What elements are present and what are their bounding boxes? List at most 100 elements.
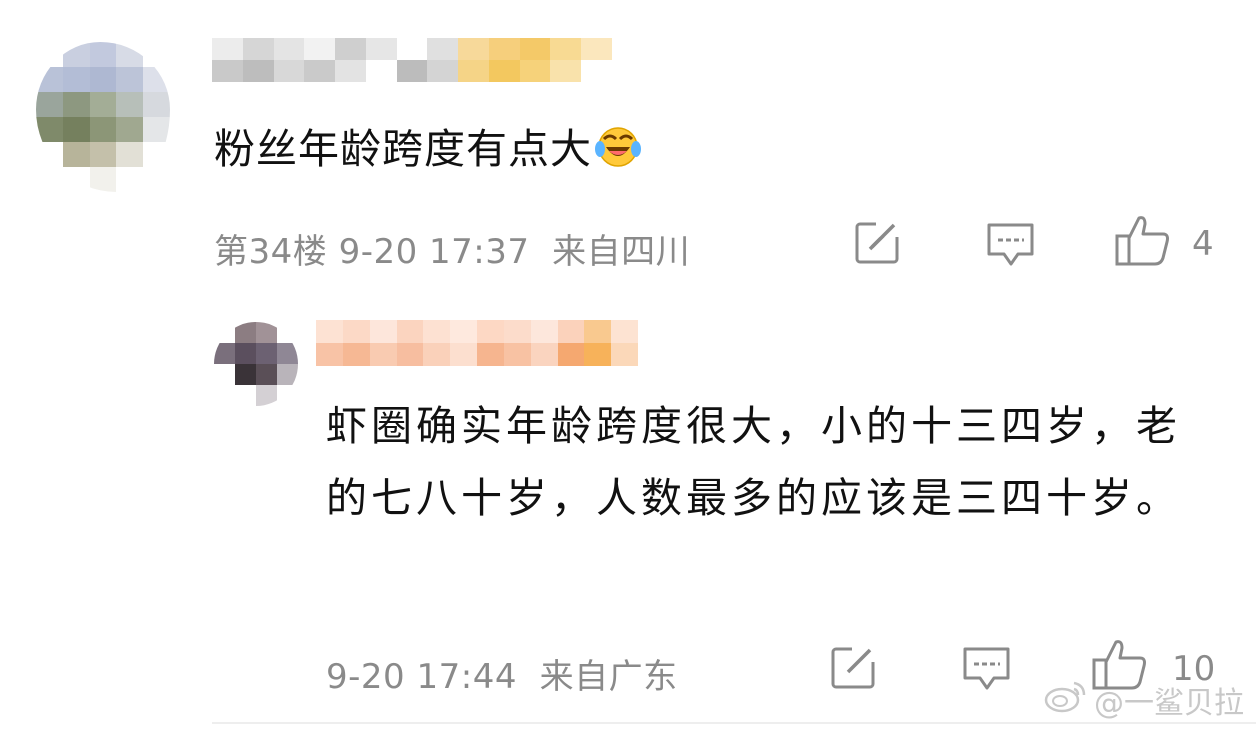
mosaic-cell [214, 343, 235, 364]
reply-avatar[interactable] [214, 322, 298, 406]
mosaic-cell [143, 142, 170, 167]
share-edit-icon[interactable] [854, 221, 902, 265]
mosaic-cell [450, 343, 477, 366]
mosaic-cell [530, 320, 558, 343]
mosaic-cell [36, 117, 63, 142]
mosaic-cell [212, 60, 243, 82]
mosaic-cell [611, 320, 638, 343]
reply-time: 9-20 17:44 [326, 657, 517, 697]
mosaic-cell [36, 142, 63, 167]
mosaic-cell [488, 38, 520, 60]
mosaic-cell [477, 320, 504, 343]
mosaic-cell [116, 42, 144, 67]
mosaic-cell [214, 322, 235, 343]
divider [212, 722, 1256, 724]
mosaic-cell [550, 38, 582, 60]
mosaic-cell [36, 92, 63, 117]
mosaic-cell [581, 38, 612, 60]
mosaic-cell [143, 67, 170, 92]
mosaic-cell [427, 60, 459, 82]
mosaic-cell [116, 67, 144, 92]
mosaic-cell [214, 364, 235, 385]
comment-text-body: 粉丝年龄跨度有点大 [214, 125, 592, 173]
reply-text: 虾圈确实年龄跨度很大，小的十三四岁，老的七八十岁，人数最多的应该是三四十岁。 [326, 402, 1181, 522]
mosaic-cell [304, 38, 336, 60]
reply-meta: 9-20 17:44 来自广东 [326, 649, 678, 698]
mosaic-cell [611, 343, 638, 366]
mosaic-cell [235, 364, 256, 385]
mosaic-cell [304, 60, 336, 82]
mosaic-cell [143, 117, 170, 142]
mosaic-cell [477, 343, 504, 366]
mosaic-cell [519, 38, 551, 60]
mosaic-cell [557, 320, 585, 343]
mosaic-cell [214, 385, 235, 406]
comment-bubble-icon[interactable] [986, 222, 1036, 268]
mosaic-cell [557, 343, 585, 366]
comment-like-count: 4 [1192, 224, 1214, 264]
comment-text: 粉丝年龄跨度有点大 [214, 125, 642, 171]
mosaic-cell [316, 343, 343, 366]
reply-username-blurred[interactable] [316, 320, 638, 366]
mosaic-cell [256, 364, 277, 385]
mosaic-cell [62, 67, 90, 92]
share-edit-icon[interactable] [830, 646, 878, 690]
mosaic-cell [396, 60, 428, 82]
mosaic-cell [89, 117, 117, 142]
mosaic-cell [116, 117, 144, 142]
mosaic-cell [273, 60, 305, 82]
username-blurred[interactable] [212, 38, 612, 82]
comment-bubble-icon[interactable] [962, 646, 1012, 692]
mosaic-cell [242, 38, 274, 60]
mosaic-cell [530, 343, 558, 366]
mosaic-cell [277, 385, 298, 406]
mosaic-cell [423, 320, 451, 343]
mosaic-cell [277, 364, 298, 385]
mosaic-cell [396, 320, 424, 343]
mosaic-cell [396, 38, 428, 60]
mosaic-cell [143, 42, 170, 67]
mosaic-cell [316, 320, 343, 343]
mosaic-cell [62, 92, 90, 117]
mosaic-cell [242, 60, 274, 82]
thumbs-up-icon[interactable] [1115, 214, 1171, 266]
avatar[interactable] [36, 42, 170, 192]
mosaic-cell [89, 67, 117, 92]
mosaic-cell [235, 385, 256, 406]
mosaic-cell [256, 322, 277, 343]
comment-meta: 第34楼 9-20 17:37 来自四川 [214, 224, 690, 273]
mosaic-cell [62, 117, 90, 142]
mosaic-cell [212, 38, 243, 60]
mosaic-cell [89, 142, 117, 167]
laughing-crying-emoji-icon [594, 125, 642, 169]
mosaic-cell [89, 42, 117, 67]
mosaic-cell [89, 167, 117, 192]
reply-location: 来自广东 [539, 657, 678, 697]
mosaic-cell [581, 60, 612, 82]
mosaic-cell [256, 385, 277, 406]
mosaic-cell [116, 142, 144, 167]
mosaic-cell [369, 320, 397, 343]
mosaic-cell [335, 38, 366, 60]
mosaic-cell [143, 167, 170, 192]
mosaic-cell [335, 60, 366, 82]
mosaic-cell [62, 42, 90, 67]
mosaic-cell [36, 42, 63, 67]
mosaic-cell [256, 343, 277, 364]
mosaic-cell [62, 167, 90, 192]
mosaic-cell [277, 343, 298, 364]
mosaic-cell [89, 92, 117, 117]
mosaic-cell [116, 92, 144, 117]
mosaic-cell [235, 322, 256, 343]
mosaic-cell [369, 343, 397, 366]
mosaic-cell [503, 320, 531, 343]
mosaic-cell [62, 142, 90, 167]
watermark-text: @一鲨贝拉 [1094, 686, 1244, 721]
watermark: @一鲨贝拉 [1044, 678, 1244, 722]
comment-location: 来自四川 [552, 232, 691, 272]
mosaic-cell [365, 38, 397, 60]
mosaic-cell [488, 60, 520, 82]
mosaic-cell [584, 320, 612, 343]
mosaic-cell [458, 60, 489, 82]
mosaic-cell [342, 343, 370, 366]
